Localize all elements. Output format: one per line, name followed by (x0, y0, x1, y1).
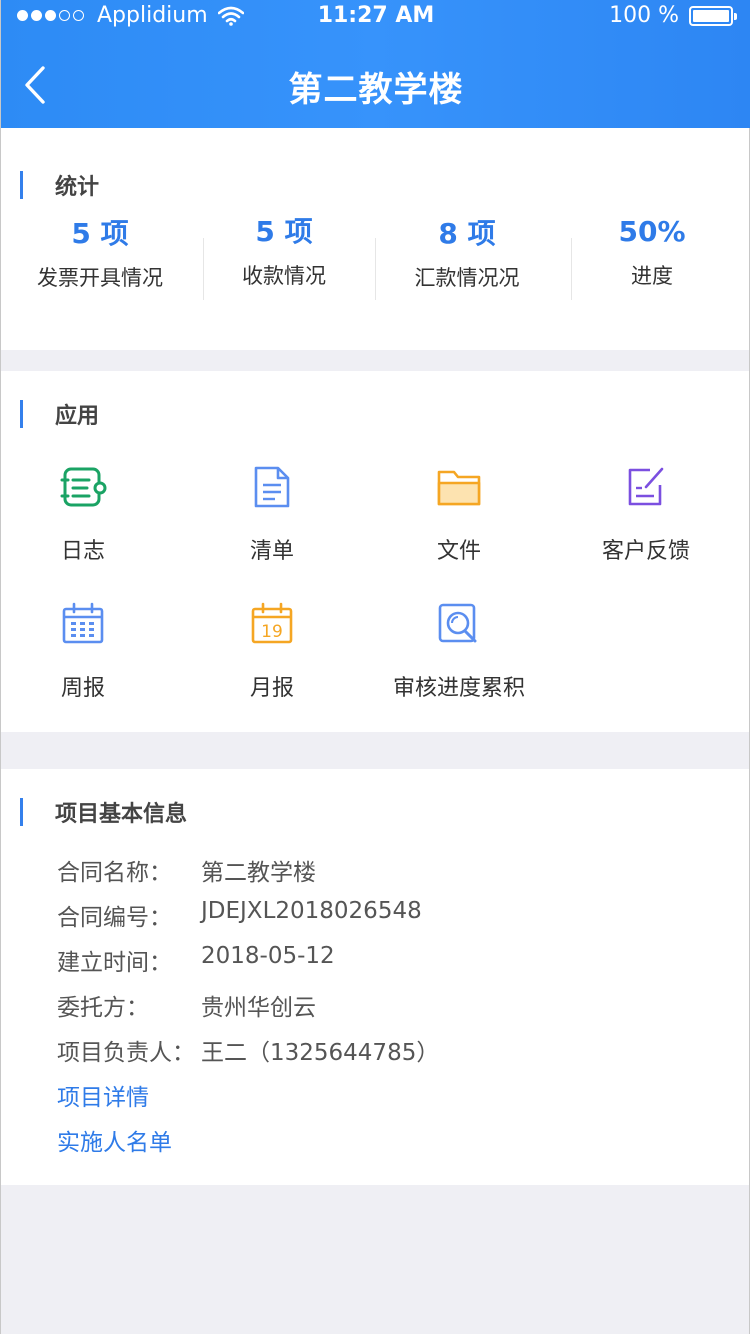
info-key: 项目负责人： (57, 1040, 195, 1066)
app-label: 客户反馈 (601, 539, 690, 564)
battery-percent: 100 % (609, 3, 679, 28)
divider (375, 238, 376, 300)
info-value: 第二教学楼 (201, 860, 316, 886)
stat-value: 5 项 (255, 215, 313, 248)
stat-value: 5 项 (71, 217, 129, 250)
implementer-list-link[interactable]: 实施人名单 (57, 1123, 172, 1157)
stat-label: 汇款情况况 (414, 266, 520, 290)
section-accent-bar (20, 171, 23, 199)
info-value: JDEJXL2018026548 (201, 898, 422, 924)
nav-bar: 第二教学楼 (1, 40, 750, 128)
project-details-link[interactable]: 项目详情 (57, 1078, 149, 1112)
stat-receipt[interactable]: 5 项 收款情况 (204, 212, 364, 290)
app-label: 周报 (60, 676, 105, 701)
info-row-project-lead: 项目负责人： 王二（1325644785） (57, 1033, 439, 1067)
section-accent-bar (20, 798, 23, 826)
info-value: 2018-05-12 (201, 943, 335, 969)
section-accent-bar (20, 400, 23, 428)
stats-card: 统计 5 项 发票开具情况 5 项 收款情况 8 项 汇款情况况 50% 进度 (1, 128, 749, 350)
section-title-apps: 应用 (55, 404, 100, 429)
info-row-contract-number: 合同编号： JDEJXL2018026548 (57, 898, 422, 932)
stat-invoice[interactable]: 5 项 发票开具情况 (19, 214, 181, 292)
info-key: 合同编号： (57, 905, 172, 931)
calendar-week-icon (62, 602, 104, 644)
info-row-created-date: 建立时间： 2018-05-12 (57, 943, 335, 977)
apps-card: 应用 日志 清单 文件 客户反馈 周报 19 月报 审核进度累积 (1, 371, 749, 732)
calendar-month-icon: 19 (251, 602, 293, 644)
project-info-card: 项目基本信息 合同名称： 第二教学楼 合同编号： JDEJXL201802654… (1, 769, 749, 1185)
calendar-day-number: 19 (261, 622, 283, 642)
info-value: 王二（1325644785） (201, 1040, 440, 1066)
stat-label: 收款情况 (242, 264, 326, 288)
stat-value: 50% (618, 215, 686, 248)
document-icon (254, 466, 290, 508)
app-label: 文件 (436, 539, 481, 564)
stat-label: 发票开具情况 (37, 266, 163, 290)
page-title: 第二教学楼 (288, 70, 464, 110)
app-checklist[interactable]: 清单 (182, 463, 362, 565)
app-feedback[interactable]: 客户反馈 (556, 463, 736, 565)
folder-icon (437, 470, 481, 506)
app-log[interactable]: 日志 (0, 463, 173, 565)
info-key: 合同名称： (57, 860, 172, 886)
info-row-client: 委托方： 贵州华创云 (57, 988, 316, 1022)
app-label: 日志 (60, 539, 105, 564)
app-monthly-report[interactable]: 19 月报 (182, 600, 362, 702)
battery-icon (689, 5, 737, 26)
info-row-contract-name: 合同名称： 第二教学楼 (57, 853, 316, 887)
log-list-icon (60, 467, 107, 507)
info-value: 贵州华创云 (201, 995, 316, 1021)
stat-remittance[interactable]: 8 项 汇款情况况 (386, 214, 548, 292)
app-label: 清单 (249, 539, 294, 564)
review-search-icon (438, 603, 477, 643)
app-files[interactable]: 文件 (369, 463, 549, 565)
app-review-progress[interactable]: 审核进度累积 (369, 600, 549, 702)
section-title-info: 项目基本信息 (55, 802, 188, 827)
stat-value: 8 项 (438, 217, 496, 250)
section-title-stats: 统计 (55, 175, 100, 200)
info-key: 建立时间： (57, 950, 172, 976)
header: Applidium 11:27 AM 100 % 第二教学楼 (1, 0, 750, 128)
stats-row: 5 项 发票开具情况 5 项 收款情况 8 项 汇款情况况 50% 进度 (1, 214, 749, 334)
status-bar: Applidium 11:27 AM 100 % (1, 0, 750, 34)
app-weekly-report[interactable]: 周报 (0, 600, 173, 702)
stat-progress[interactable]: 50% 进度 (572, 212, 732, 290)
stat-label: 进度 (631, 264, 673, 288)
info-key: 委托方： (57, 995, 149, 1021)
edit-feedback-icon (628, 467, 664, 506)
app-label: 月报 (249, 676, 294, 701)
app-label: 审核进度累积 (392, 676, 525, 701)
